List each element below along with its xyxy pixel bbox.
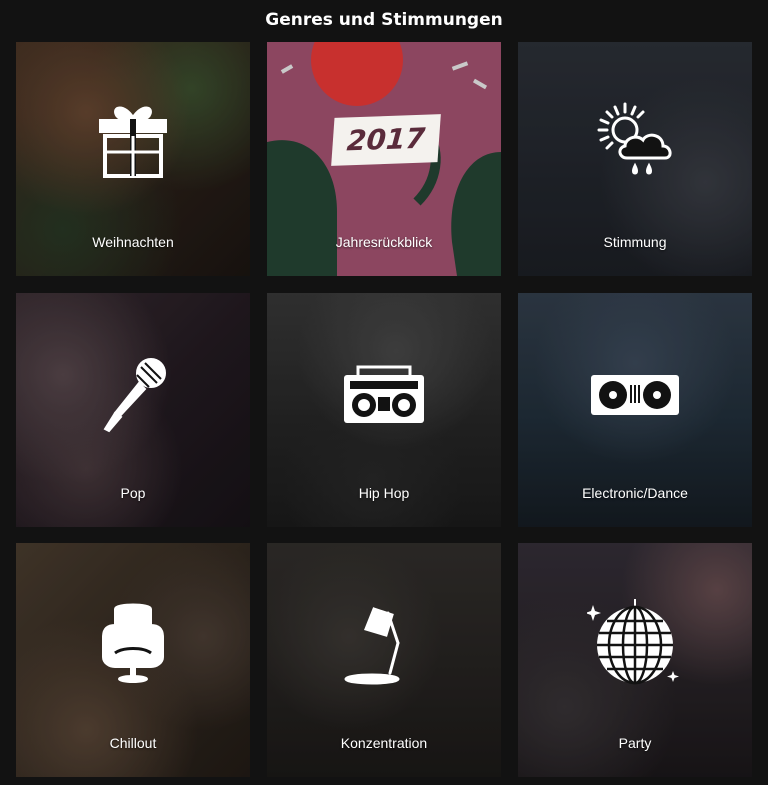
tile-pop[interactable]: Pop — [16, 293, 250, 527]
desk-lamp-icon — [336, 595, 432, 691]
microphone-icon — [85, 345, 181, 441]
tile-label: Hip Hop — [358, 485, 410, 501]
disco-ball-icon — [585, 595, 683, 691]
tile-label: Pop — [120, 485, 146, 501]
gift-icon — [85, 94, 181, 190]
egg-chair-icon — [85, 595, 181, 691]
tile-label: Chillout — [109, 735, 157, 751]
turntables-icon — [587, 345, 683, 441]
page-title: Genres und Stimmungen — [265, 10, 503, 30]
tile-label: Konzentration — [340, 735, 428, 751]
boombox-icon — [336, 345, 432, 441]
year-badge: 2017 — [331, 114, 441, 166]
tile-chillout[interactable]: Chillout — [16, 543, 250, 777]
tile-electronic-dance[interactable]: Electronic/Dance — [518, 293, 752, 527]
tile-hip-hop[interactable]: Hip Hop — [267, 293, 501, 527]
tile-label: Jahresrückblick — [335, 234, 433, 250]
tile-label: Electronic/Dance — [582, 485, 688, 501]
tile-konzentration[interactable]: Konzentration — [267, 543, 501, 777]
tile-label: Party — [618, 735, 652, 751]
tile-label: Stimmung — [603, 234, 667, 250]
year-badge-text: 2017 — [345, 121, 427, 158]
weather-sun-cloud-rain-icon — [587, 94, 683, 190]
tile-stimmung[interactable]: Stimmung — [518, 42, 752, 276]
tile-party[interactable]: Party — [518, 543, 752, 777]
tile-weihnachten[interactable]: Weihnachten — [16, 42, 250, 276]
tile-label: Weihnachten — [92, 234, 174, 250]
tile-jahresrueckblick[interactable]: 2017 Jahresrückblick — [267, 42, 501, 276]
